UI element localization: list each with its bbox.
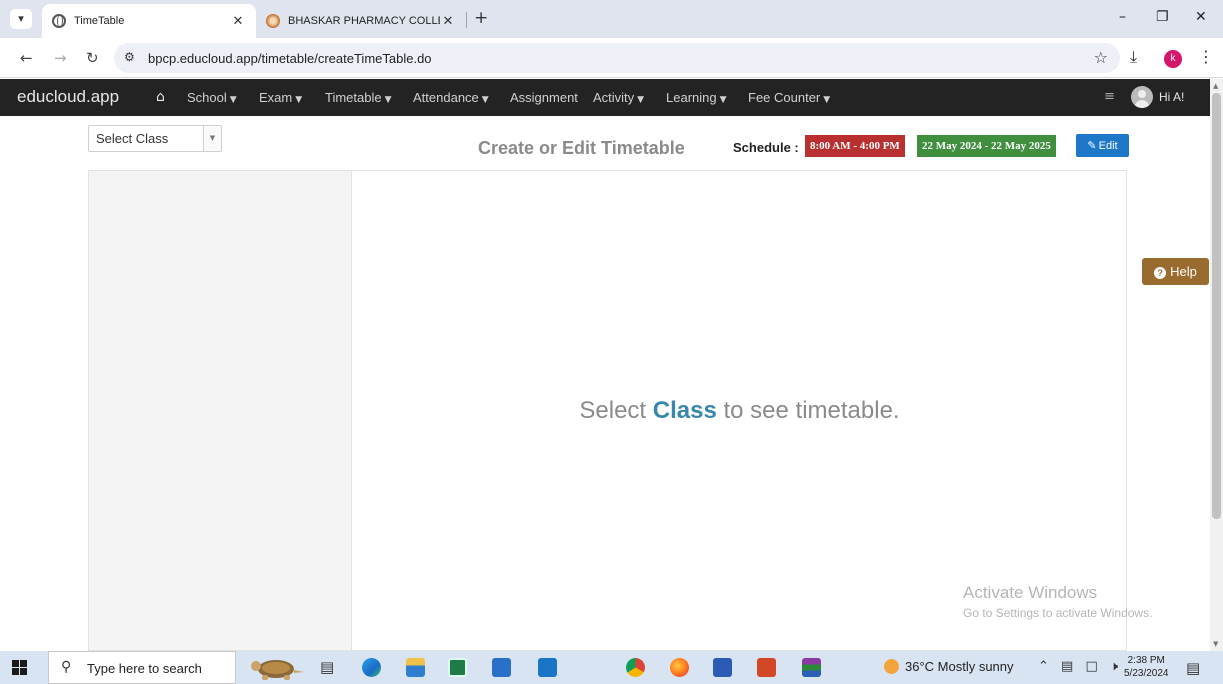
scroll-down-icon[interactable]: ▼: [1213, 640, 1218, 648]
powerpoint-icon[interactable]: [757, 658, 776, 677]
caret-down-icon: ▼: [295, 95, 303, 105]
caret-down-icon: ▼: [637, 95, 645, 105]
system-tray[interactable]: ⌃ ▤ □ 🕨: [1038, 659, 1122, 674]
home-icon[interactable]: ⌂: [156, 89, 165, 105]
turtle-widget-icon[interactable]: [246, 654, 308, 681]
select-class-value: Select Class: [96, 131, 169, 146]
address-bar-row: ← → ↻ ⚙ bpcp.educloud.app/timetable/crea…: [0, 38, 1223, 78]
caret-down-icon: ▼: [719, 95, 727, 105]
profile-avatar[interactable]: k: [1164, 50, 1182, 68]
globe-icon: [52, 14, 66, 28]
close-tab-icon[interactable]: ✕: [230, 14, 246, 29]
user-avatar[interactable]: [1131, 86, 1153, 108]
bookmark-star-icon[interactable]: ☆: [1094, 48, 1108, 67]
excel-icon[interactable]: [448, 658, 467, 677]
windows-taskbar: ⚲ Type here to search ▤ 36°C Mostly sunn…: [0, 651, 1223, 684]
new-tab-button[interactable]: +: [474, 8, 488, 28]
caret-down-icon: ▼: [384, 95, 392, 105]
timetable-sidebar: [88, 170, 352, 651]
windows-start-icon[interactable]: [12, 660, 27, 675]
tab-title: BHASKAR PHARMACY COLLEGE: [288, 15, 440, 27]
forward-icon[interactable]: →: [54, 49, 67, 67]
chrome-icon[interactable]: [626, 658, 645, 677]
close-window-icon[interactable]: ✕: [1195, 9, 1207, 25]
list-toggle-icon[interactable]: ≡: [1104, 89, 1115, 104]
select-class-dropdown[interactable]: Select Class ▼: [88, 125, 222, 152]
search-placeholder: Type here to search: [87, 661, 202, 676]
chevron-down-icon: ▼: [203, 126, 221, 151]
taskbar-clock[interactable]: 2:38 PM 5/23/2024: [1124, 654, 1169, 680]
scrollbar-thumb[interactable]: [1212, 93, 1221, 519]
caret-down-icon: ▼: [481, 95, 489, 105]
edit-icon: ✎: [1087, 139, 1097, 152]
tab-timetable[interactable]: TimeTable ✕: [42, 4, 256, 38]
file-explorer-icon[interactable]: [406, 658, 425, 677]
weather-widget[interactable]: 36°C Mostly sunny: [884, 659, 1014, 674]
college-logo-icon: [266, 14, 280, 28]
menu-assignment[interactable]: Assignment: [510, 90, 578, 105]
search-icon: ⚲: [61, 659, 72, 675]
firefox-icon[interactable]: [670, 658, 689, 677]
menu-exam[interactable]: Exam ▼: [259, 90, 302, 105]
restore-icon[interactable]: ❐: [1156, 9, 1169, 25]
tab-bhaskar[interactable]: BHASKAR PHARMACY COLLEGE ✕: [256, 4, 466, 38]
menu-timetable[interactable]: Timetable ▼: [325, 90, 392, 105]
help-button[interactable]: ? Help: [1142, 258, 1209, 285]
close-tab-icon[interactable]: ✕: [440, 14, 456, 29]
word-icon[interactable]: [713, 658, 732, 677]
download-icon[interactable]: ⤓: [1130, 47, 1137, 67]
edit-schedule-button[interactable]: ✎ Edit: [1076, 134, 1129, 157]
mail-icon[interactable]: [538, 658, 557, 677]
scroll-up-icon[interactable]: ▲: [1213, 82, 1218, 90]
site-info-icon[interactable]: ⚙: [124, 50, 135, 64]
store-icon[interactable]: [492, 658, 511, 677]
page-scrollbar[interactable]: ▲ ▼: [1210, 79, 1223, 651]
weather-sun-icon: [884, 659, 899, 674]
user-greeting[interactable]: Hi A!: [1159, 90, 1184, 104]
schedule-date-badge: 22 May 2024 - 22 May 2025: [917, 135, 1056, 157]
tab-separator: [466, 12, 467, 28]
omnibox[interactable]: ⚙ bpcp.educloud.app/timetable/createTime…: [114, 43, 1120, 73]
class-link: Class: [652, 397, 717, 424]
timetable-area: Select Class to see timetable.: [352, 170, 1127, 651]
menu-attendance[interactable]: Attendance ▼: [413, 90, 489, 105]
url-text[interactable]: bpcp.educloud.app/timetable/createTimeTa…: [148, 51, 432, 66]
empty-state-message: Select Class to see timetable.: [579, 397, 900, 424]
browser-tabstrip: ▾ TimeTable ✕ BHASKAR PHARMACY COLLEGE ✕…: [0, 0, 1223, 38]
page-content: Select Class ▼ Create or Edit Timetable …: [0, 116, 1210, 651]
reload-icon[interactable]: ↻: [86, 49, 99, 67]
schedule-time-badge: 8:00 AM - 4:00 PM: [805, 135, 905, 157]
brand-logo[interactable]: educloud.app: [17, 87, 119, 107]
menu-activity[interactable]: Activity ▼: [593, 90, 644, 105]
page-title: Create or Edit Timetable: [478, 138, 685, 158]
activate-windows-watermark: Activate Windows Go to Settings to activ…: [963, 583, 1153, 620]
menu-learning[interactable]: Learning ▼: [666, 90, 727, 105]
menu-school[interactable]: School ▼: [187, 90, 237, 105]
tab-title: TimeTable: [74, 15, 125, 27]
notification-center-icon[interactable]: ▤: [1186, 659, 1200, 677]
taskbar-search-box[interactable]: ⚲ Type here to search: [48, 651, 236, 684]
app-navbar: educloud.app ⌂ School ▼ Exam ▼ Timetable ▼ …: [0, 79, 1210, 116]
task-view-icon[interactable]: ▤: [320, 658, 334, 676]
question-icon: ?: [1154, 267, 1167, 279]
winrar-icon[interactable]: [802, 658, 821, 677]
menu-fee-counter[interactable]: Fee Counter ▼: [748, 90, 830, 105]
back-icon[interactable]: ←: [20, 49, 33, 67]
browser-menu-icon[interactable]: ⋮: [1198, 47, 1214, 66]
caret-down-icon: ▼: [823, 95, 831, 105]
edge-icon[interactable]: [362, 658, 381, 677]
tab-search-button[interactable]: ▾: [10, 9, 32, 29]
minimize-icon[interactable]: –: [1119, 9, 1126, 25]
schedule-label: Schedule :: [733, 140, 799, 155]
caret-down-icon: ▼: [229, 95, 237, 105]
